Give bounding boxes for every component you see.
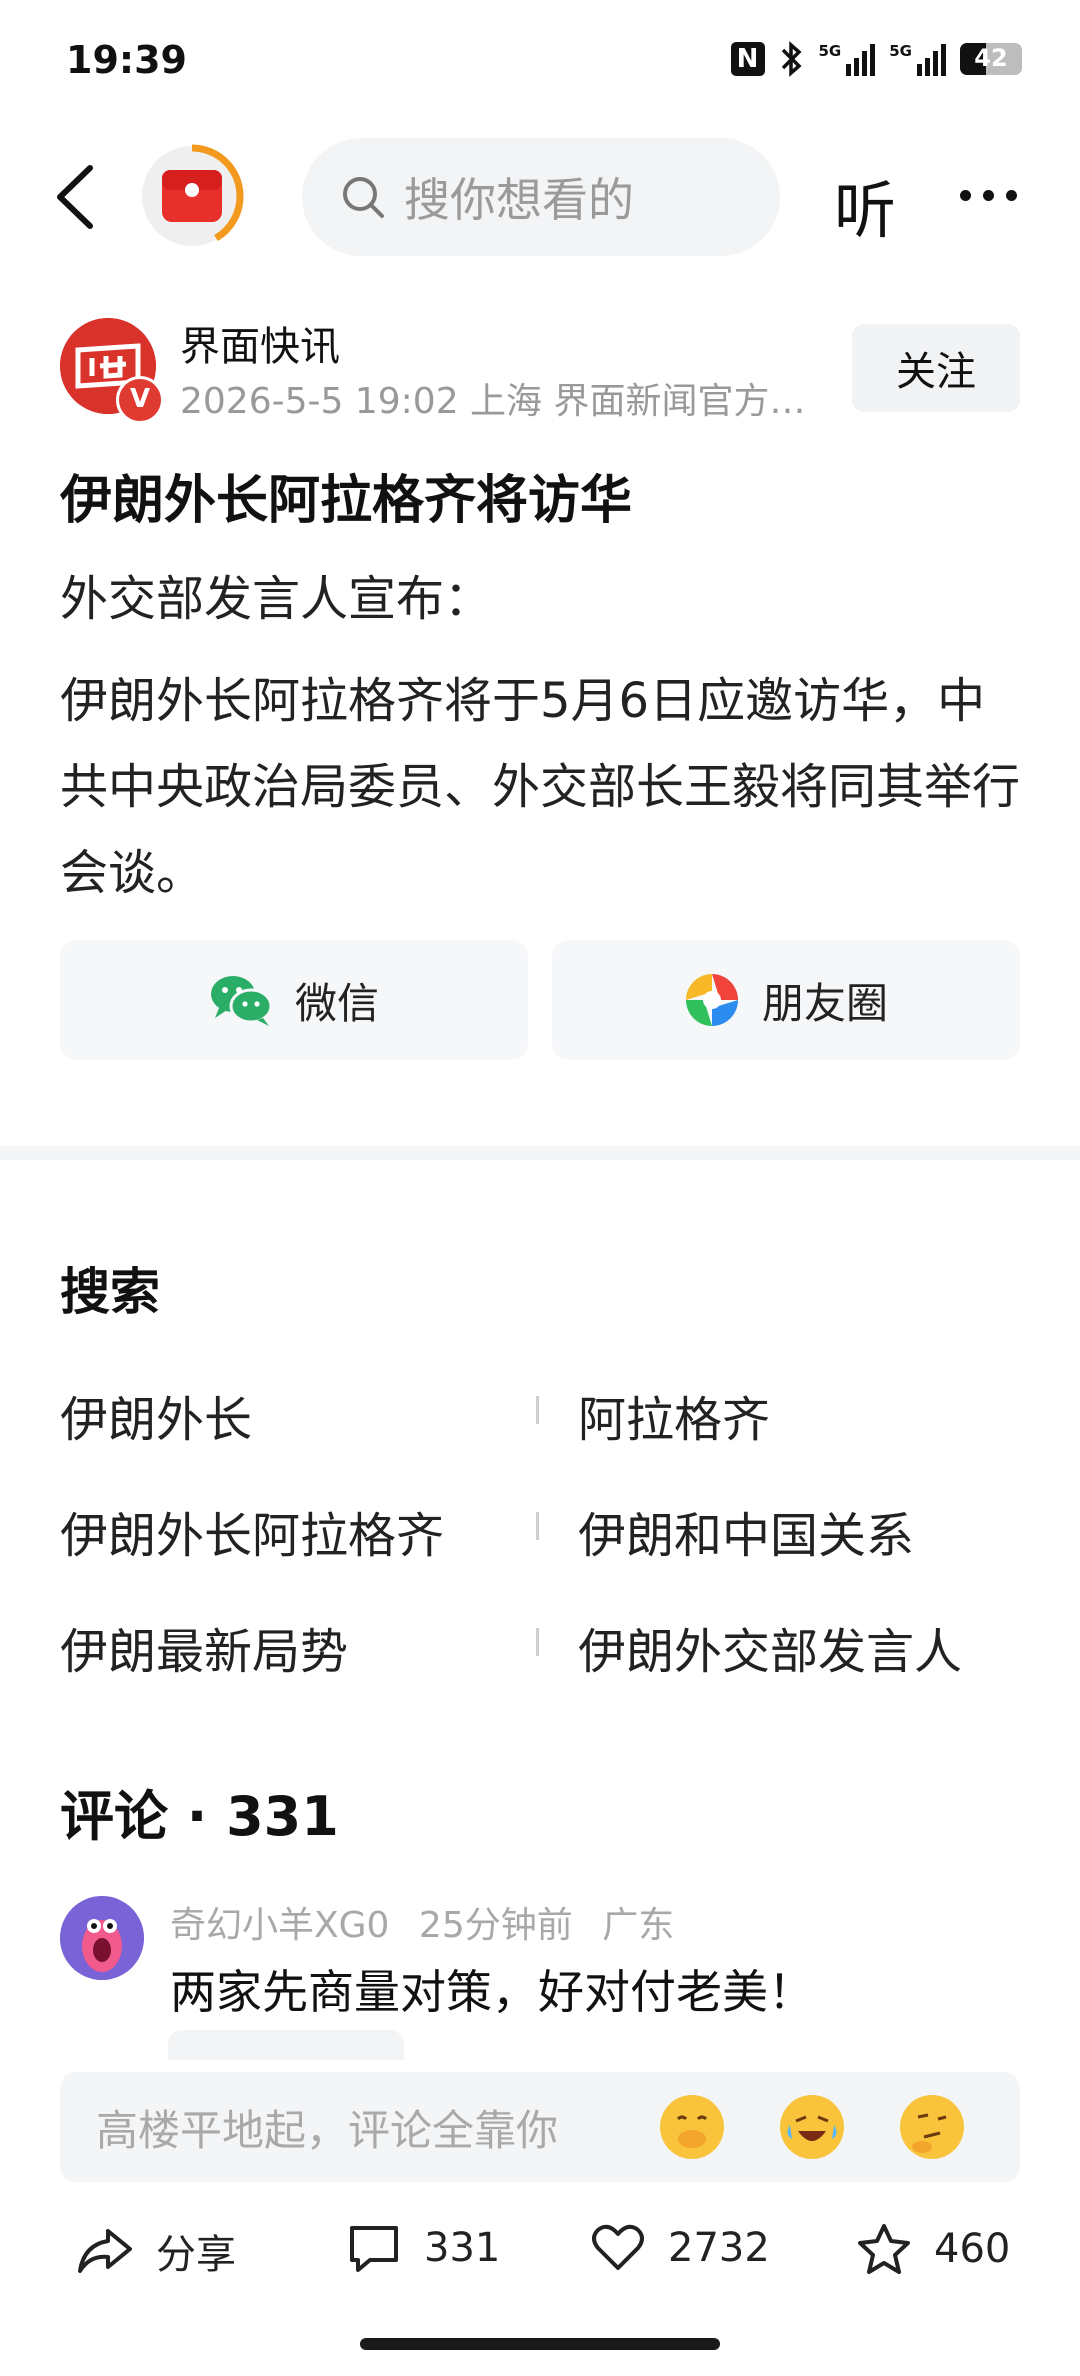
share-moments-button[interactable]: 朋友圈 — [552, 940, 1020, 1060]
keyword-divider — [536, 1396, 539, 1424]
comment-count: 331 — [424, 2225, 501, 2271]
heart-icon — [592, 2224, 644, 2270]
search-keyword[interactable]: 阿拉格齐 — [578, 1380, 770, 1450]
battery-level: 42 — [974, 44, 1008, 72]
comment-location: 广东 — [602, 1905, 675, 1946]
comment-text: 两家先商量对策，好对付老美！ — [170, 1965, 814, 2019]
comments-title: 评论 · 331 — [60, 1785, 339, 1848]
search-section-title: 搜索 — [60, 1263, 160, 1321]
article-paragraph: 外交部发言人宣布： — [60, 571, 493, 627]
article-paragraph: 伊朗外长阿拉格齐将于5月6日应邀访华，中共中央政治局委员、外交部长王毅将同其举行… — [60, 673, 1021, 901]
section-divider — [0, 1146, 1080, 1160]
keyword-divider — [536, 1628, 539, 1656]
share-action-label: 分享 — [156, 2232, 236, 2278]
search-keyword[interactable]: 伊朗最新局势 — [60, 1612, 348, 1682]
search-keyword[interactable]: 伊朗外交部发言人 — [578, 1612, 962, 1682]
nfc-icon: N — [730, 42, 765, 76]
home-indicator[interactable] — [360, 2338, 720, 2350]
search-keyword[interactable]: 伊朗外长阿拉格齐 — [60, 1496, 444, 1566]
comment-reply-pill[interactable] — [168, 2030, 404, 2060]
favorite-count: 460 — [934, 2226, 1011, 2272]
channel-logo-icon[interactable] — [138, 142, 246, 250]
search-icon — [343, 177, 384, 218]
share-icon — [78, 2229, 132, 2273]
comment-user[interactable]: 奇幻小羊XG0 — [170, 1905, 389, 1946]
author-name[interactable]: 界面快讯 — [180, 314, 340, 372]
like-action-button[interactable]: 2732 — [590, 2222, 770, 2274]
comment-input[interactable]: 高楼平地起，评论全靠你 — [60, 2072, 1020, 2182]
share-wechat-button[interactable]: 微信 — [60, 940, 528, 1060]
star-icon — [858, 2224, 910, 2274]
thinking-emoji-icon[interactable] — [900, 2095, 964, 2159]
search-placeholder: 搜你想看的 — [404, 173, 634, 227]
search-input[interactable]: 搜你想看的 — [302, 138, 780, 256]
verified-badge-icon: V — [116, 376, 164, 424]
signal-icon-2: 5G — [889, 42, 946, 76]
author-meta: 2026-5-5 19:02 上海 界面新闻官方账... — [180, 381, 830, 422]
like-count: 2732 — [668, 2225, 770, 2271]
back-icon[interactable] — [50, 162, 100, 232]
comment-time: 25分钟前 — [418, 1905, 573, 1946]
status-icons: N 5G 5G 42 — [730, 40, 1022, 78]
bluetooth-icon — [781, 41, 802, 77]
comment-input-placeholder: 高楼平地起，评论全靠你 — [96, 2105, 559, 2155]
keyword-divider — [536, 1512, 539, 1540]
listen-button[interactable]: 听 — [834, 160, 896, 250]
wechat-label: 微信 — [294, 978, 379, 1028]
more-options-icon[interactable] — [960, 170, 1026, 220]
search-keyword[interactable]: 伊朗外长 — [60, 1380, 252, 1450]
status-time: 19:39 — [66, 38, 187, 82]
follow-button[interactable]: 关注 — [852, 324, 1020, 412]
commenter-avatar[interactable] — [60, 1896, 144, 1980]
signal-icon: 5G — [819, 42, 876, 76]
moments-label: 朋友圈 — [761, 978, 888, 1028]
share-action-button[interactable]: 分享 — [76, 2222, 236, 2280]
search-keyword[interactable]: 伊朗和中国关系 — [578, 1496, 914, 1566]
comment-icon — [350, 2226, 398, 2272]
moments-icon — [685, 974, 738, 1026]
comment-action-button[interactable]: 331 — [346, 2222, 500, 2274]
comment-meta: 奇幻小羊XG0 25分钟前 广东 — [170, 1896, 674, 1948]
favorite-action-button[interactable]: 460 — [856, 2222, 1010, 2276]
cover-mouth-emoji-icon[interactable] — [660, 2095, 724, 2159]
wechat-icon — [210, 976, 273, 1026]
article-title: 伊朗外长阿拉格齐将访华 — [60, 471, 633, 531]
laugh-cry-emoji-icon[interactable] — [780, 2095, 844, 2159]
battery-icon: 42 — [960, 43, 1022, 75]
